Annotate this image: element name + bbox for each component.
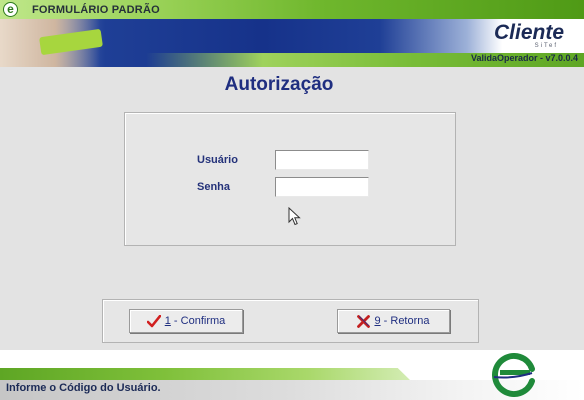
status-message: Informe o Código do Usuário. <box>6 382 161 394</box>
confirma-button[interactable]: 1 - Confirma <box>129 309 243 333</box>
mouse-cursor-icon <box>288 207 301 226</box>
confirma-label: 1 - Confirma <box>165 315 226 327</box>
confirma-text: - Confirma <box>170 315 226 327</box>
header-banner: Cliente SiTef ValidaOperador - v7.0.0.4 <box>0 19 584 67</box>
retorna-button[interactable]: 9 - Retorna <box>337 309 450 333</box>
usuario-input[interactable] <box>275 150 369 170</box>
window-title: FORMULÁRIO PADRÃO <box>32 3 160 16</box>
senha-label: Senha <box>197 181 231 193</box>
brand-subtitle: SiTef <box>534 43 558 49</box>
sitef-e-logo-icon <box>491 353 535 397</box>
app-logo-icon: e <box>3 2 18 17</box>
retorna-text: - Retorna <box>380 315 430 327</box>
brand-name: Cliente <box>493 21 564 44</box>
checkmark-icon <box>146 314 161 328</box>
footer-green-stripe <box>0 368 410 380</box>
version-label: ValidaOperador - v7.0.0.4 <box>470 53 578 63</box>
x-icon <box>357 314 371 328</box>
page-title: Autorização <box>224 74 334 95</box>
usuario-label: Usuário <box>197 154 238 166</box>
retorna-label: 9 - Retorna <box>374 315 429 327</box>
senha-input[interactable] <box>275 177 369 197</box>
window-title-bar: e FORMULÁRIO PADRÃO <box>0 0 584 19</box>
